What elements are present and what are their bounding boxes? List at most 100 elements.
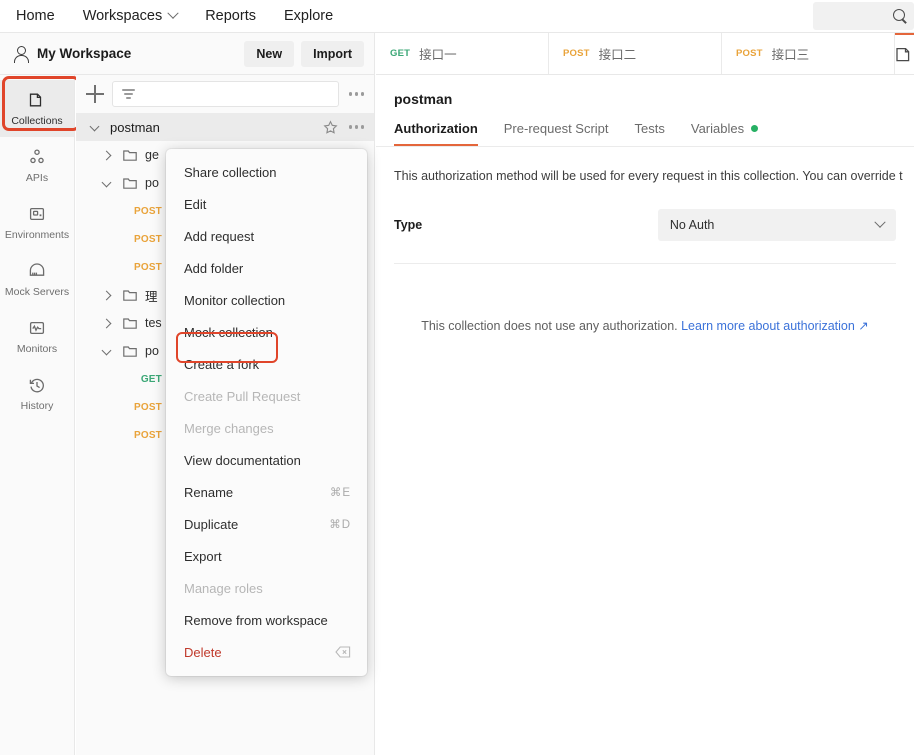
star-icon[interactable]: [322, 119, 338, 135]
tab-label: Pre-request Script: [503, 121, 609, 136]
sidebar-item-mock-servers[interactable]: Mock Servers: [0, 251, 74, 308]
request-method-label: POST: [133, 429, 162, 441]
request-method-label: POST: [133, 261, 162, 273]
tab-authorization[interactable]: Authorization: [394, 121, 478, 146]
tab-tests[interactable]: Tests: [635, 121, 665, 146]
menu-item-add-request[interactable]: Add request: [166, 220, 367, 252]
search-icon: [893, 8, 908, 24]
menu-item-label: View documentation: [184, 452, 301, 468]
menu-item-manage-roles: Manage roles: [166, 572, 367, 604]
history-icon: [28, 376, 46, 394]
chevron-right-icon[interactable]: [102, 291, 111, 300]
menu-item-label: Create Pull Request: [184, 388, 301, 404]
menu-item-mock-collection[interactable]: Mock collection: [166, 316, 367, 348]
chevron-down-icon[interactable]: [102, 347, 111, 356]
menu-item-merge-changes: Merge changes: [166, 412, 367, 444]
chevron-down-icon[interactable]: [90, 123, 99, 132]
import-button[interactable]: Import: [301, 40, 364, 67]
menu-item-delete[interactable]: Delete: [166, 636, 367, 668]
collections-toolbar: [76, 75, 374, 113]
tab-method-label: GET: [390, 48, 411, 59]
menu-item-remove-from-workspace[interactable]: Remove from workspace: [166, 604, 367, 636]
menu-item-label: Add folder: [184, 260, 244, 276]
nav-item-explore[interactable]: Explore: [270, 0, 347, 33]
nav-item-workspaces[interactable]: Workspaces: [69, 0, 192, 33]
chevron-down-icon[interactable]: [102, 179, 111, 188]
backspace-icon: [335, 646, 351, 658]
chevron-right-icon[interactable]: [102, 319, 111, 328]
apis-icon: [28, 148, 46, 166]
chevron-right-icon[interactable]: [102, 151, 111, 160]
menu-item-create-a-fork[interactable]: Create a fork: [166, 348, 367, 380]
global-search-input[interactable]: [813, 2, 914, 30]
postman-app-window: Home Workspaces Reports Explore My Works…: [0, 0, 914, 755]
tab-label: Variables: [690, 121, 745, 136]
tree-item-label: po: [145, 176, 159, 190]
menu-item-monitor-collection[interactable]: Monitor collection: [166, 284, 367, 316]
auth-type-select[interactable]: No Auth: [657, 209, 896, 242]
collection-tab-active[interactable]: [895, 33, 914, 74]
menu-item-label: Add request: [184, 228, 255, 244]
menu-item-share-collection[interactable]: Share collection: [166, 156, 367, 188]
learn-more-link[interactable]: Learn more about authorization ↗: [681, 319, 869, 333]
monitors-icon: [28, 319, 46, 337]
more-options-icon[interactable]: [347, 88, 367, 100]
menu-item-edit[interactable]: Edit: [166, 188, 367, 220]
filter-input[interactable]: [112, 81, 339, 107]
menu-item-export[interactable]: Export: [166, 540, 367, 572]
workspace-actions: New Import: [244, 40, 364, 67]
tab-variables[interactable]: Variables: [690, 121, 759, 146]
menu-item-create-pull-request: Create Pull Request: [166, 380, 367, 412]
request-tab[interactable]: POST 接口三: [722, 33, 895, 74]
auth-empty-text: This collection does not use any authori…: [421, 319, 678, 334]
menu-item-label: Export: [184, 548, 222, 564]
request-tab[interactable]: POST 接口二: [549, 33, 722, 74]
request-method-label: POST: [133, 205, 162, 217]
tab-method-label: POST: [736, 48, 763, 59]
menu-item-label: Create a fork: [184, 356, 260, 372]
sidebar-item-label: Environments: [4, 228, 70, 241]
auth-type-label: Type: [394, 218, 423, 233]
tree-item-label: tes: [145, 316, 162, 330]
sidebar-item-monitors[interactable]: Monitors: [0, 308, 74, 365]
main-content-area: postman Authorization Pre-request Script…: [376, 75, 914, 755]
folder-icon: [123, 345, 137, 358]
menu-item-label: Manage roles: [184, 580, 263, 596]
user-icon: [12, 46, 29, 63]
tab-pre-request-script[interactable]: Pre-request Script: [504, 121, 609, 146]
menu-item-rename[interactable]: Rename ⌘E: [166, 476, 367, 508]
plus-icon[interactable]: [86, 85, 104, 103]
sidebar-item-history[interactable]: History: [0, 365, 74, 422]
nav-item-reports[interactable]: Reports: [191, 0, 270, 33]
nav-item-label: Reports: [205, 7, 256, 24]
collection-more-options-icon[interactable]: [347, 121, 367, 133]
filter-icon: [122, 89, 135, 100]
tab-label: Authorization: [394, 121, 478, 136]
chevron-down-icon: [167, 7, 179, 19]
sidebar-item-apis[interactable]: APIs: [0, 137, 74, 194]
tree-item-label: 理: [145, 289, 158, 304]
collection-context-menu: Share collection Edit Add request Add fo…: [166, 149, 367, 676]
request-tab[interactable]: GET 接口一: [376, 33, 549, 74]
menu-item-label: Merge changes: [184, 420, 274, 436]
new-button[interactable]: New: [244, 40, 295, 67]
menu-item-label: Duplicate: [184, 516, 239, 532]
menu-item-label: Monitor collection: [184, 292, 286, 308]
folder-icon: [123, 177, 137, 190]
menu-item-add-folder[interactable]: Add folder: [166, 252, 367, 284]
auth-type-value: No Auth: [669, 218, 715, 233]
tab-name-label: 接口三: [771, 48, 810, 62]
auth-type-row: Type No Auth: [394, 209, 896, 265]
nav-item-home[interactable]: Home: [0, 0, 69, 33]
tab-method-label: POST: [563, 48, 590, 59]
menu-item-view-documentation[interactable]: View documentation: [166, 444, 367, 476]
sidebar-item-collections[interactable]: Collections: [0, 80, 74, 137]
menu-item-duplicate[interactable]: Duplicate ⌘D: [166, 508, 367, 540]
collection-root-row[interactable]: postman: [76, 113, 374, 141]
modified-indicator-dot: [751, 125, 759, 132]
sidebar-item-environments[interactable]: Environments: [0, 194, 74, 251]
folder-icon: [123, 317, 137, 330]
menu-item-label: Remove from workspace: [184, 612, 328, 628]
sidebar-item-label: Mock Servers: [4, 285, 70, 298]
menu-item-label: Mock collection: [184, 324, 273, 340]
